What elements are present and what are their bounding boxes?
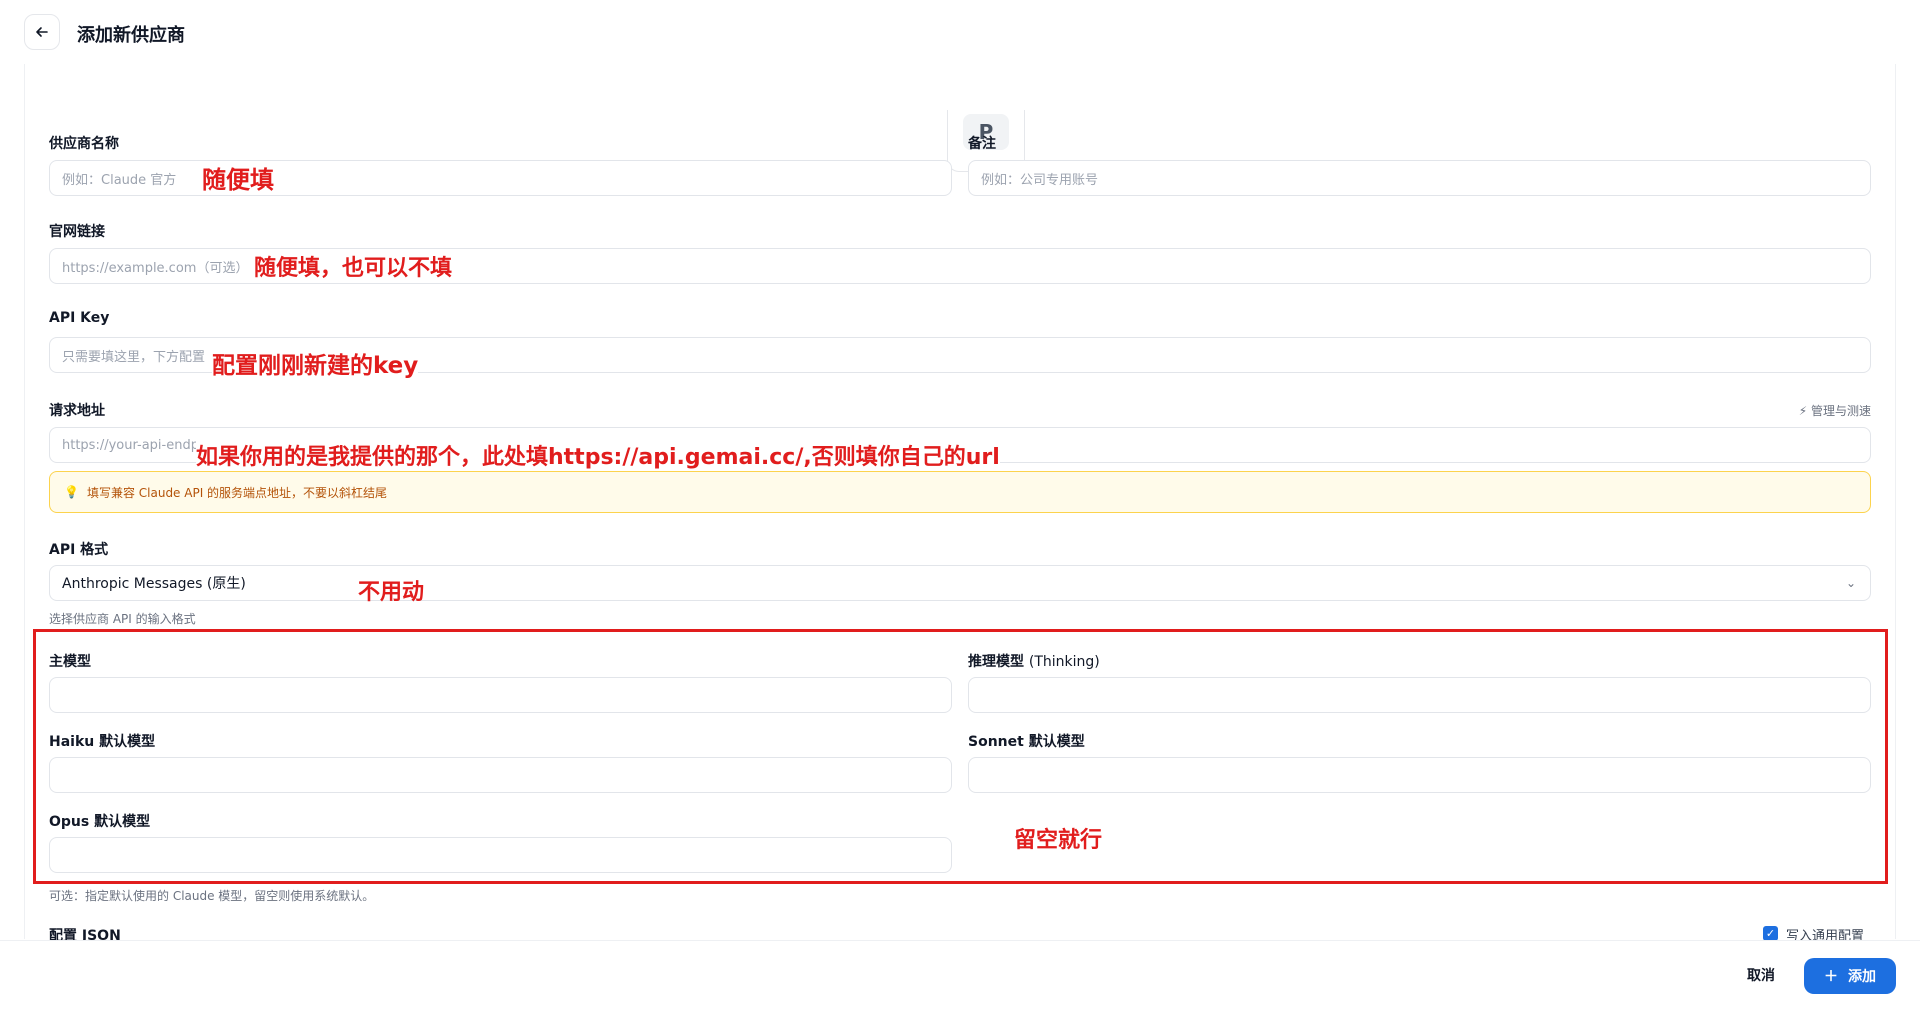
annotation-models: 留空就行 (1014, 828, 1103, 853)
note-label: 备注 (968, 136, 996, 152)
back-button[interactable] (24, 14, 60, 50)
cancel-button[interactable]: 取消 (1736, 957, 1786, 993)
endpoint-hint-text: 填写兼容 Claude API 的服务端点地址，不要以斜杠结尾 (86, 485, 388, 500)
api-key-placeholder: 只需要填这里，下方配置 (62, 349, 206, 365)
endpoint-placeholder: https://your-api-endp (62, 437, 199, 453)
manage-speedtest-label: 管理与测速 (1810, 404, 1871, 418)
plus-icon: ＋ (1824, 968, 1838, 984)
annotation-name: 随便填 (202, 166, 274, 194)
page-header: 添加新供应商 (0, 0, 1920, 64)
annotation-api-key: 配置刚刚新建的key (212, 346, 419, 380)
lightning-icon: ⚡ (1798, 404, 1808, 418)
website-placeholder: https://example.com（可选） (62, 260, 249, 276)
note-placeholder: 例如：公司专用账号 (981, 172, 1099, 188)
website-label: 官网链接 (49, 224, 105, 240)
annotation-website: 随便填，也可以不填 (254, 256, 453, 281)
endpoint-hint: 💡 填写兼容 Claude API 的服务端点地址，不要以斜杠结尾 (49, 471, 1871, 513)
add-button-label: 添加 (1848, 968, 1876, 984)
note-input[interactable]: 例如：公司专用账号 (968, 160, 1871, 196)
add-button[interactable]: ＋ 添加 (1804, 958, 1896, 994)
annotation-models-box (33, 629, 1888, 884)
name-placeholder: 例如：Claude 官方 (62, 172, 177, 188)
api-format-value: Anthropic Messages (原生) (62, 576, 246, 592)
api-key-label: API Key (49, 310, 110, 326)
name-label: 供应商名称 (49, 136, 119, 152)
footer-bar: 取消 ＋ 添加 (0, 940, 1920, 1009)
api-format-select[interactable]: Anthropic Messages (原生) ⌄ (49, 565, 1871, 601)
name-input[interactable]: 例如：Claude 官方 (49, 160, 952, 196)
manage-speedtest-link[interactable]: ⚡ 管理与测速 (1799, 402, 1871, 419)
api-format-helper: 选择供应商 API 的输入格式 (49, 612, 196, 626)
lightbulb-icon: 💡 (64, 485, 79, 499)
arrow-left-icon (36, 27, 48, 37)
api-format-label: API 格式 (49, 542, 109, 558)
endpoint-label: 请求地址 (49, 403, 105, 419)
check-icon: ✓ (1765, 927, 1776, 940)
chevron-down-icon: ⌄ (1845, 576, 1856, 590)
annotation-api-format: 不用动 (358, 580, 425, 605)
write-common-config-checkbox[interactable]: ✓ (1763, 926, 1778, 941)
annotation-endpoint: 如果你用的是我提供的那个，此处填https://api.gemai.cc/,否则… (196, 439, 1000, 471)
models-helper: 可选：指定默认使用的 Claude 模型，留空则使用系统默认。 (49, 889, 375, 903)
page-title: 添加新供应商 (77, 25, 185, 46)
